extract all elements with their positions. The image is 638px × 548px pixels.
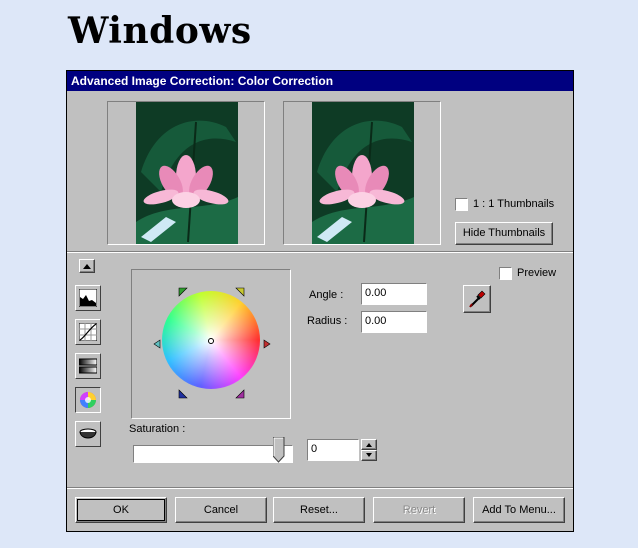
before-thumbnail [107,101,265,245]
after-thumbnail [283,101,441,245]
thumbnail-divider [67,251,573,253]
spin-down-icon [366,453,372,457]
cyan-marker-icon [153,339,161,349]
color-correction-tool-button[interactable] [75,387,101,413]
slider-thumb-icon [272,436,285,463]
saturation-label: Saturation : [129,423,186,435]
histogram-icon [79,289,97,307]
color-wheel-panel [131,269,291,419]
color-wheel-icon [80,392,96,408]
bowl-icon [79,428,97,439]
preview-label: Preview [517,267,557,279]
hide-thumbnails-button[interactable]: Hide Thumbnails [455,222,553,245]
page-title: Windows [68,10,252,52]
green-marker-icon [178,287,188,297]
red-marker-icon [263,339,271,349]
radius-label: Radius : [307,315,348,327]
histogram-tool-button[interactable] [75,285,101,311]
add-to-menu-button[interactable]: Add To Menu... [473,497,565,523]
bowl-tool-button[interactable] [75,421,101,447]
arrow-up-icon [83,264,91,269]
cancel-button[interactable]: Cancel [175,497,267,523]
tone-curve-icon [79,323,97,341]
gradient-bar-icon [79,358,97,374]
gradient-tool-button[interactable] [75,353,101,379]
color-correction-dialog: Advanced Image Correction: Color Correct… [66,70,574,532]
one-to-one-thumbnails-label: 1 : 1 Thumbnails [473,198,555,210]
yellow-marker-icon [235,287,245,297]
dialog-title: Advanced Image Correction: Color Correct… [67,71,573,91]
blue-marker-icon [178,389,188,399]
magenta-marker-icon [235,389,245,399]
saturation-slider-thumb[interactable] [272,436,285,463]
preview-checkbox[interactable] [499,267,512,280]
eyedropper-button[interactable] [463,285,491,313]
saturation-input[interactable]: 0 [307,439,359,461]
revert-button[interactable]: Revert [373,497,465,523]
one-to-one-thumbnails-checkbox[interactable] [455,198,468,211]
saturation-slider-track[interactable] [133,445,293,463]
ok-button[interactable]: OK [75,497,167,523]
saturation-increment-button[interactable] [361,439,377,450]
reset-button[interactable]: Reset... [273,497,365,523]
lotus-image-before [136,102,238,244]
collapse-toolbar-button[interactable] [79,259,95,273]
angle-input[interactable]: 0.00 [361,283,427,305]
color-wheel-pointer[interactable] [208,338,214,344]
radius-input[interactable]: 0.00 [361,311,427,333]
saturation-decrement-button[interactable] [361,450,377,461]
lotus-image-after [312,102,414,244]
eyedropper-icon [469,290,486,308]
button-row-divider [67,487,573,489]
tone-curve-tool-button[interactable] [75,319,101,345]
angle-label: Angle : [309,289,344,301]
spin-up-icon [366,443,372,447]
